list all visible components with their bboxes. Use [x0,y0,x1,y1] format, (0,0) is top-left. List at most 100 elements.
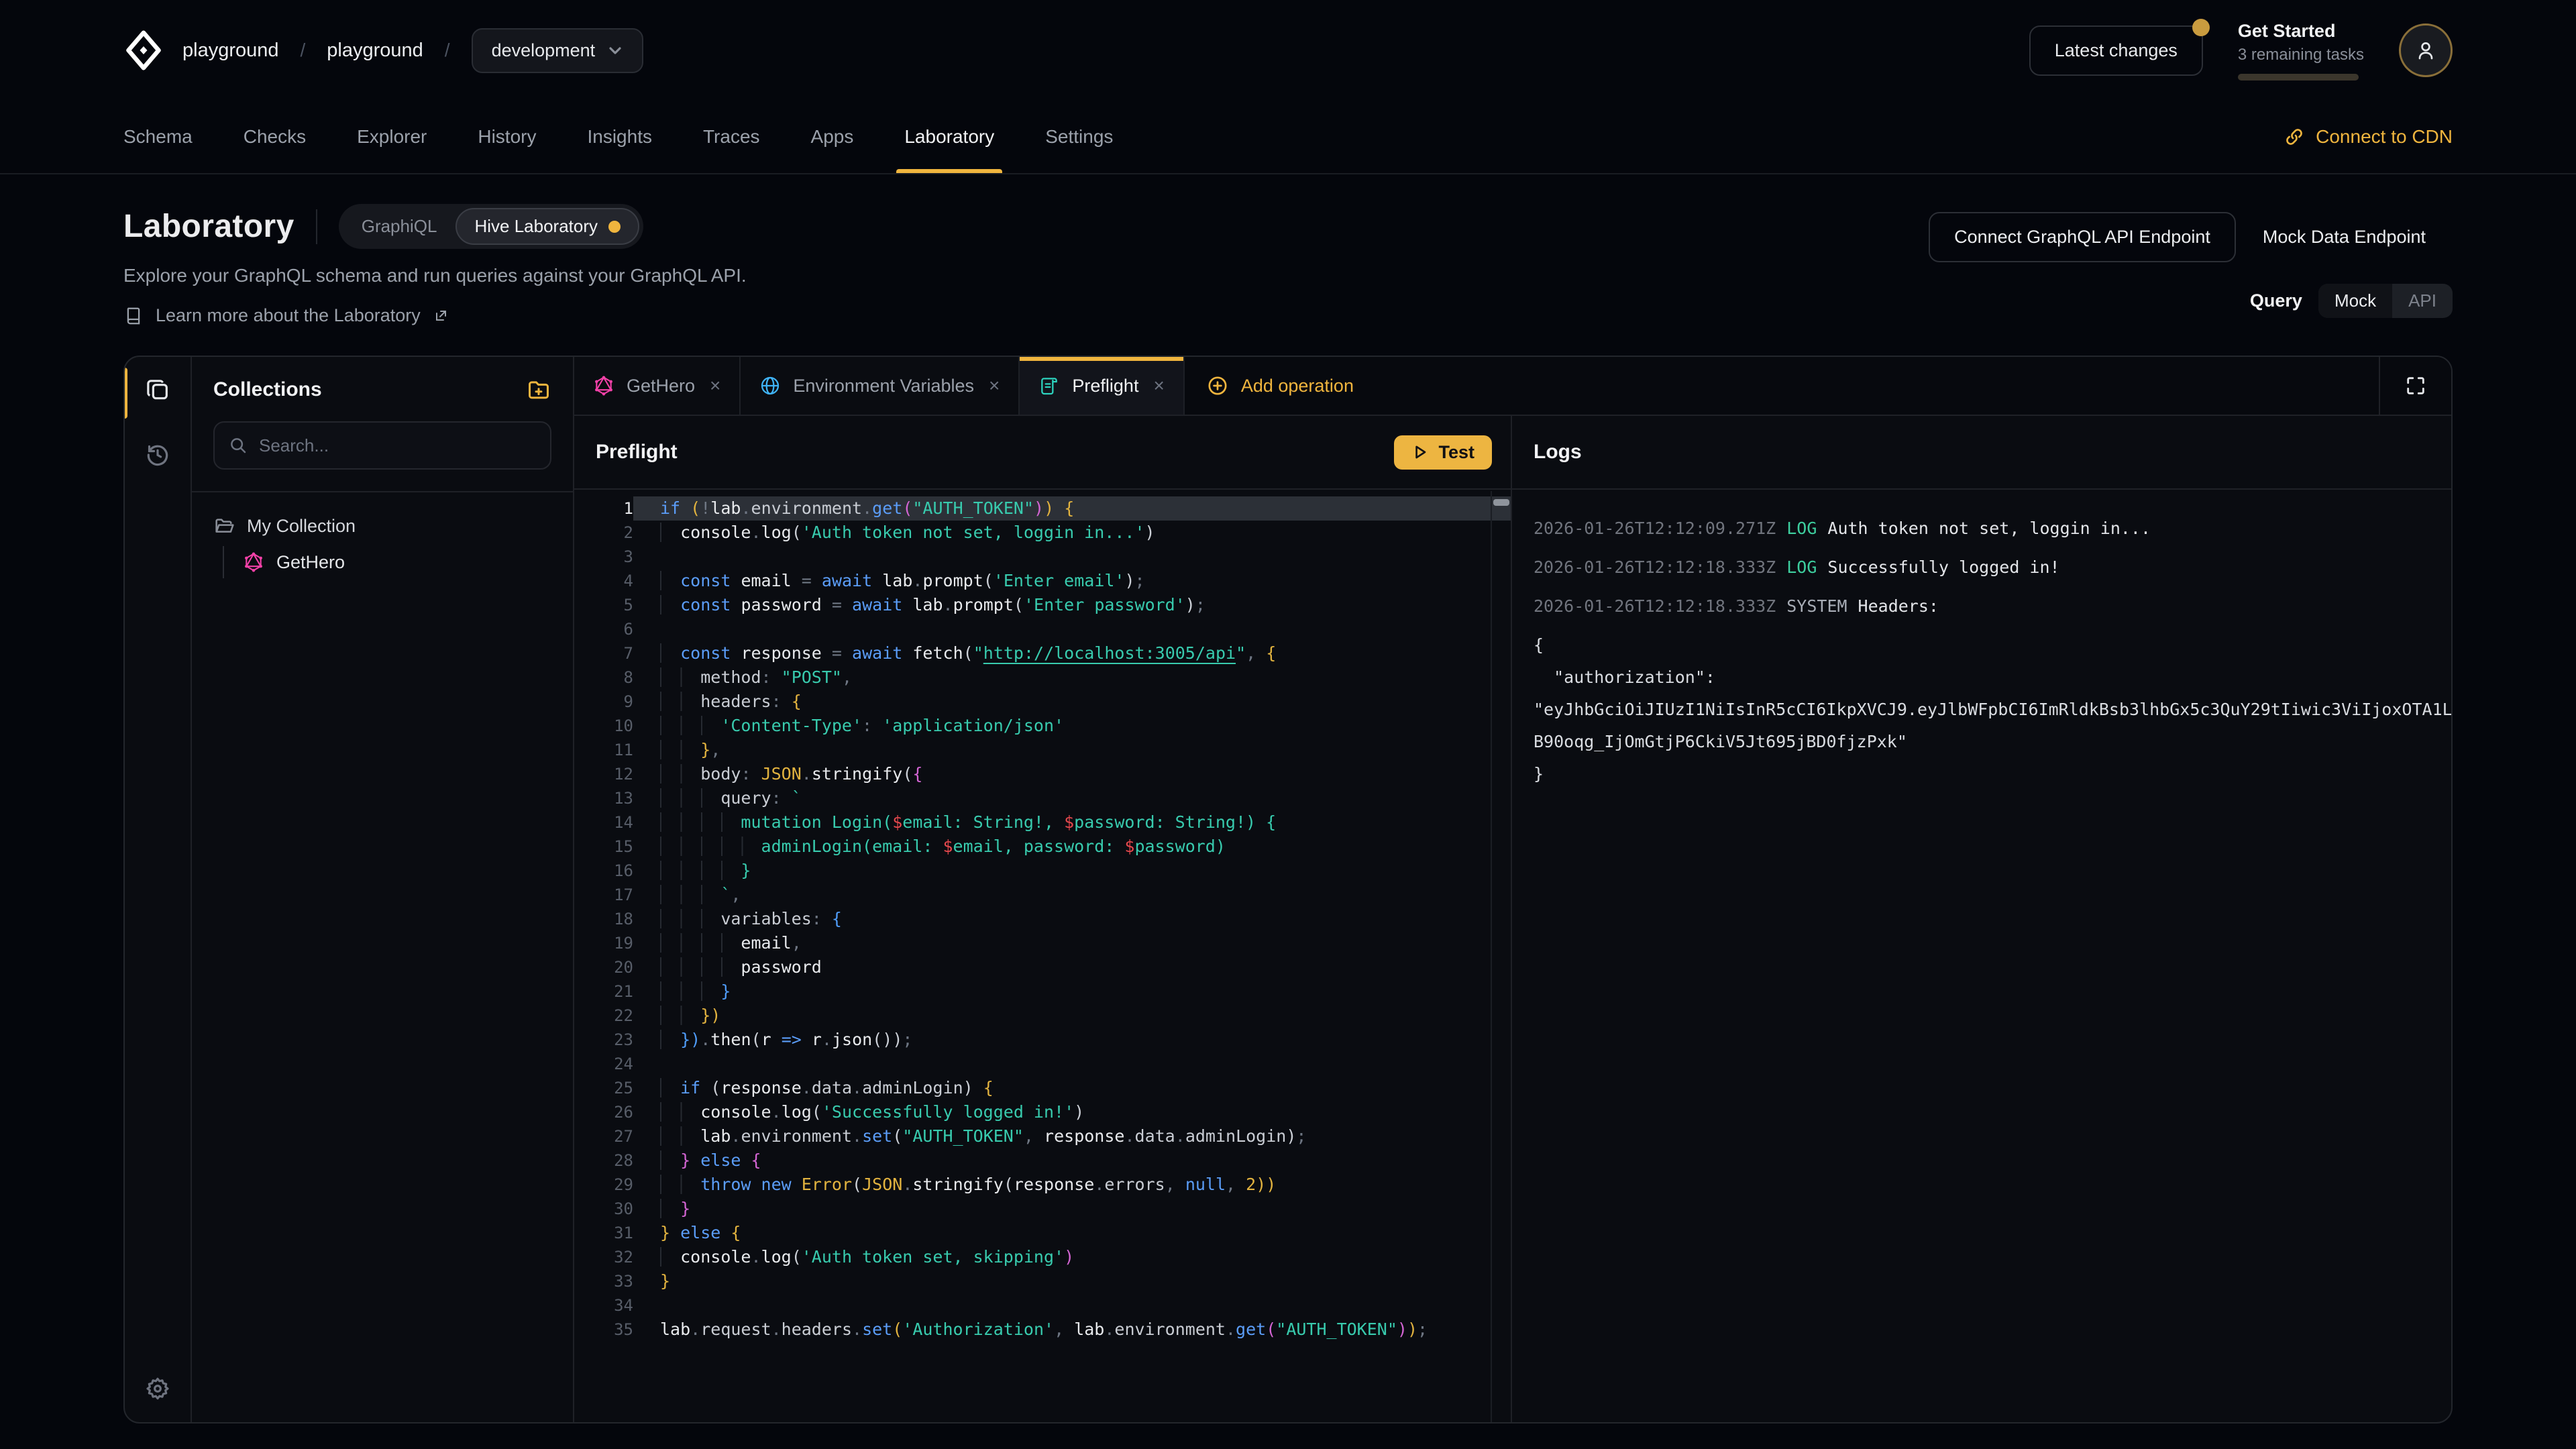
code-line[interactable]: 22 }) [574,1004,1511,1028]
mock-data-endpoint-button[interactable]: Mock Data Endpoint [2236,213,2453,261]
latest-changes-button[interactable]: Latest changes [2029,25,2203,76]
code-line[interactable]: 26 console.log('Successfully logged in!'… [574,1100,1511,1124]
tab-label: Environment Variables [793,376,974,396]
code-line[interactable]: 20 password [574,955,1511,979]
code-line[interactable]: 16 } [574,859,1511,883]
code-line[interactable]: 6 [574,617,1511,641]
code-line[interactable]: 19 email, [574,931,1511,955]
close-icon[interactable]: × [710,375,720,396]
code-line[interactable]: 10 'Content-Type': 'application/json' [574,714,1511,738]
nav-tab-apps[interactable]: Apps [811,101,854,173]
hive-logo-icon[interactable] [123,30,164,70]
code-line[interactable]: 5 const password = await lab.prompt('Ent… [574,593,1511,617]
code-line[interactable]: 4 const email = await lab.prompt('Enter … [574,569,1511,593]
tab-environment-variables[interactable]: Environment Variables × [741,357,1020,415]
line-number: 27 [574,1124,633,1148]
breadcrumb-org[interactable]: playground [182,40,279,62]
code-line[interactable]: 31} else { [574,1221,1511,1245]
code-line[interactable]: 25 if (response.data.adminLogin) { [574,1076,1511,1100]
learn-more-link[interactable]: Learn more about the Laboratory [123,305,747,326]
collection-operation-gethero[interactable]: GetHero [224,546,551,578]
code-line[interactable]: 1if (!lab.environment.get("AUTH_TOKEN"))… [574,496,1511,521]
fullscreen-button[interactable] [2379,357,2451,415]
line-number: 30 [574,1197,633,1221]
laboratory-workspace: Collections My Collection GetHero [123,356,2453,1424]
tab-preflight[interactable]: Preflight× [1020,357,1184,415]
nav-tab-settings[interactable]: Settings [1045,101,1113,173]
line-number: 8 [574,665,633,690]
mode-option-hive-laboratory[interactable]: Hive Laboratory [455,208,639,245]
tab-gethero[interactable]: GetHero× [574,357,741,415]
breadcrumb-project[interactable]: playground [327,40,423,62]
mode-option-label: Hive Laboratory [474,216,598,237]
code-line[interactable]: 15 adminLogin(email: $email, password: $… [574,835,1511,859]
code-line[interactable]: 13 query: ` [574,786,1511,810]
nav-tab-schema[interactable]: Schema [123,101,193,173]
nav-tab-insights[interactable]: Insights [587,101,652,173]
code-line[interactable]: 24 [574,1052,1511,1076]
user-avatar[interactable] [2399,23,2453,77]
close-icon[interactable]: × [989,375,1000,396]
line-number: 32 [574,1245,633,1269]
breadcrumb-separator: / [442,40,453,61]
code-line[interactable]: 21 } [574,979,1511,1004]
play-icon [1411,443,1429,461]
scroll-icon [1038,375,1060,396]
code-line[interactable]: 12 body: JSON.stringify({ [574,762,1511,786]
add-folder-icon[interactable] [526,377,551,402]
query-target-mock[interactable]: Mock [2318,284,2392,318]
line-number: 35 [574,1318,633,1342]
nav-tab-checks[interactable]: Checks [244,101,306,173]
environment-dropdown[interactable]: development [472,28,644,73]
code-content: query: ` [633,786,1511,810]
globe-icon [759,375,781,396]
code-line[interactable]: 33} [574,1269,1511,1293]
code-line[interactable]: 3 [574,545,1511,569]
code-line[interactable]: 2 console.log('Auth token not set, loggi… [574,521,1511,545]
test-button[interactable]: Test [1394,435,1492,470]
code-line[interactable]: 18 variables: { [574,907,1511,931]
code-line[interactable]: 35lab.request.headers.set('Authorization… [574,1318,1511,1342]
collection-folder-my-collection[interactable]: My Collection [213,511,551,541]
code-line[interactable]: 23 }).then(r => r.json()); [574,1028,1511,1052]
code-line[interactable]: 14 mutation Login($email: String!, $pass… [574,810,1511,835]
code-line[interactable]: 27 lab.environment.set("AUTH_TOKEN", res… [574,1124,1511,1148]
nav-tab-history[interactable]: History [478,101,536,173]
nav-tab-explorer[interactable]: Explorer [357,101,427,173]
search-input[interactable] [259,435,537,456]
code-content: variables: { [633,907,1511,931]
code-line[interactable]: 28 } else { [574,1148,1511,1173]
preflight-pane-title: Preflight [596,441,678,464]
code-line[interactable]: 11 }, [574,738,1511,762]
scrollbar-thumb[interactable] [1493,499,1509,506]
query-target-api[interactable]: API [2392,284,2453,318]
history-rail-icon[interactable] [143,440,172,470]
nav-tab-laboratory[interactable]: Laboratory [904,101,994,173]
add-operation-button[interactable]: Add operation [1185,357,1375,415]
code-line[interactable]: 34 [574,1293,1511,1318]
mode-option-graphiql[interactable]: GraphiQL [343,208,456,245]
collections-rail-icon[interactable] [143,376,172,405]
code-line[interactable]: 30 } [574,1197,1511,1221]
environment-dropdown-label: development [492,40,596,61]
code-line[interactable]: 8 method: "POST", [574,665,1511,690]
code-line[interactable]: 17 `, [574,883,1511,907]
nav-tab-traces[interactable]: Traces [703,101,760,173]
connect-graphql-api-endpoint-button[interactable]: Connect GraphQL API Endpoint [1929,212,2236,262]
code-content [633,1052,1511,1076]
code-content: } [633,1269,1511,1293]
connect-to-cdn-button[interactable]: Connect to CDN [2284,101,2453,173]
code-editor[interactable]: 1if (!lab.environment.get("AUTH_TOKEN"))… [574,490,1511,1422]
close-icon[interactable]: × [1153,375,1164,396]
line-number: 14 [574,810,633,835]
line-number: 25 [574,1076,633,1100]
code-line[interactable]: 7 const response = await fetch("http://l… [574,641,1511,665]
query-label: Query [2250,290,2302,311]
code-line[interactable]: 9 headers: { [574,690,1511,714]
settings-rail-icon[interactable] [143,1374,172,1403]
get-started-widget[interactable]: Get Started 3 remaining tasks [2238,21,2364,80]
line-number: 7 [574,641,633,665]
editor-scrollbar[interactable] [1491,491,1511,1422]
code-line[interactable]: 32 console.log('Auth token set, skipping… [574,1245,1511,1269]
code-line[interactable]: 29 throw new Error(JSON.stringify(respon… [574,1173,1511,1197]
